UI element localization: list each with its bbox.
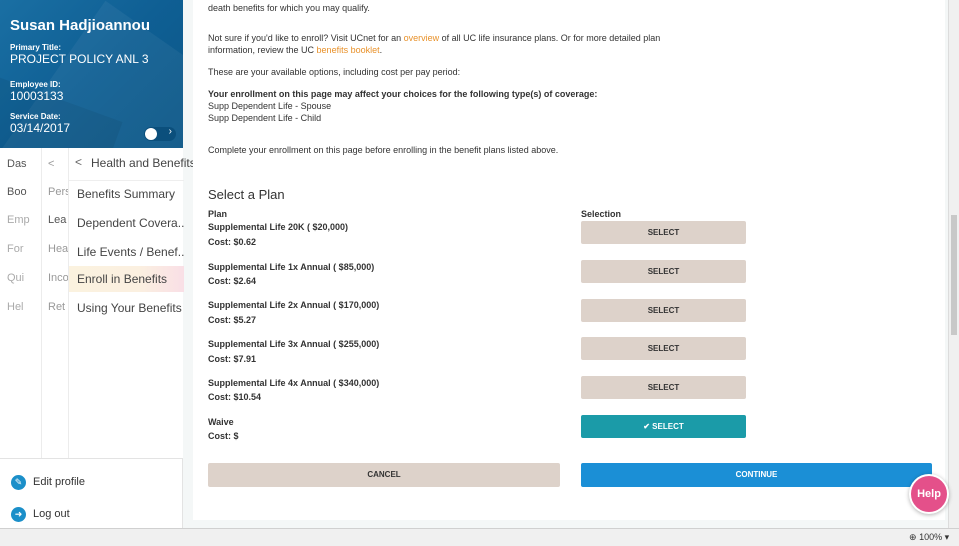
nav-item-dependent-coverage[interactable]: Dependent Covera... (69, 210, 184, 236)
select-plan-button[interactable]: SELECT (581, 221, 746, 244)
section-title: Select a Plan (208, 187, 285, 202)
plan-name: Waive (208, 417, 234, 427)
employee-id-label: Employee ID: (10, 80, 61, 89)
enroll-question-text-2: information, review the UC benefits book… (208, 45, 382, 55)
complete-notice: Complete your enrollment on this page be… (208, 145, 559, 155)
nav-item-quick-links[interactable]: Qui (7, 272, 37, 284)
nav-back-header[interactable]: < Health and Benefits (69, 154, 196, 176)
enroll-question-text: Not sure if you'd like to enroll? Visit … (208, 33, 660, 43)
logout-icon: ➜ (11, 507, 26, 522)
affected-coverage-item: Supp Dependent Life - Child (208, 113, 322, 123)
enroll-question-part: information, review the UC (208, 45, 317, 55)
primary-title-value: PROJECT POLICY ANL 3 (10, 52, 149, 66)
chevron-right-icon: › (168, 126, 172, 137)
nav-column-health-benefits: < Health and Benefits Benefits Summary D… (68, 148, 196, 458)
magnifier-icon: ⊕ (909, 532, 917, 542)
sidebar-footer: ✎ Edit profile ➜ Log out (0, 458, 183, 528)
main-content: death benefits for which you may qualify… (193, 0, 945, 520)
status-bar: ⊕ 100% ▾ (0, 528, 959, 546)
nav-item-personal[interactable]: Pers (48, 186, 68, 198)
nav-item-benefits-summary[interactable]: Benefits Summary (69, 181, 184, 207)
employee-id-value: 10003133 (10, 89, 64, 103)
nav-item-life-events[interactable]: Life Events / Benef... (69, 239, 184, 265)
service-date-value: 03/14/2017 (10, 121, 71, 135)
select-plan-button-selected[interactable]: ✔ SELECT (581, 415, 746, 438)
select-plan-button[interactable]: SELECT (581, 376, 746, 399)
nav-column-main: Das Boo Emp For Qui Hel (0, 148, 41, 458)
nav-item-bookmarks[interactable]: Boo (7, 186, 37, 198)
nav-item-retirement[interactable]: Ret (48, 301, 68, 313)
plan-name: Supplemental Life 20K ( $20,000) (208, 222, 349, 232)
nav-item-enroll-in-benefits[interactable]: Enroll in Benefits (69, 266, 184, 292)
plan-cost: Cost: $ (208, 431, 239, 441)
selection-column-header: Selection (581, 209, 622, 219)
zoom-level: 100% (919, 532, 943, 542)
plan-name: Supplemental Life 4x Annual ( $340,000) (208, 378, 380, 388)
help-button[interactable]: Help (909, 474, 949, 514)
nav-item-dashboard[interactable]: Das (7, 158, 37, 170)
chevron-left-icon: < (75, 155, 83, 169)
plan-cost: Cost: $2.64 (208, 276, 257, 286)
plan-cost: Cost: $10.54 (208, 392, 262, 402)
back-chevron-icon[interactable]: < (48, 158, 68, 170)
primary-title-label: Primary Title: (10, 43, 61, 52)
benefits-booklet-link[interactable]: benefits booklet (317, 45, 380, 55)
nav-item-employment[interactable]: Emp (7, 214, 37, 226)
cancel-button[interactable]: CANCEL (208, 463, 560, 487)
employee-name: Susan Hadjioannou (10, 17, 151, 34)
plan-name: Supplemental Life 2x Annual ( $170,000) (208, 300, 380, 310)
continue-button[interactable]: CONTINUE (581, 463, 932, 487)
scrollbar-thumb[interactable] (951, 215, 957, 335)
sidebar-toggle[interactable]: › (144, 126, 176, 141)
log-out-label: Log out (33, 508, 70, 520)
pencil-icon: ✎ (11, 475, 26, 490)
overview-link[interactable]: overview (404, 33, 440, 43)
plan-name: Supplemental Life 3x Annual ( $255,000) (208, 339, 380, 349)
app-window: Susan Hadjioannou Primary Title: PROJECT… (0, 0, 959, 546)
nav-section-title: Health and Benefits (91, 156, 196, 170)
nav-item-income[interactable]: Inco (48, 272, 68, 284)
nav-item-leave[interactable]: Lea (48, 214, 68, 226)
plan-cost: Cost: $0.62 (208, 237, 257, 247)
sidebar: Susan Hadjioannou Primary Title: PROJECT… (0, 0, 196, 528)
select-plan-button[interactable]: SELECT (581, 260, 746, 283)
service-date-label: Service Date: (10, 112, 61, 121)
nav-column-secondary: < Pers Lea Hea Inco Ret (41, 148, 68, 458)
plan-column-header: Plan (208, 209, 228, 219)
zoom-control[interactable]: ⊕ 100% ▾ (909, 532, 949, 543)
nav-item-forms[interactable]: For (7, 243, 37, 255)
nav-item-using-your-benefits[interactable]: Using Your Benefits (69, 295, 184, 321)
nav-item-health[interactable]: Hea (48, 243, 68, 255)
enroll-question-part: of all UC life insurance plans. Or for m… (439, 33, 661, 43)
select-plan-button[interactable]: SELECT (581, 337, 746, 360)
enroll-question-part: . (379, 45, 383, 55)
plan-cost: Cost: $5.27 (208, 315, 257, 325)
intro-text: death benefits for which you may qualify… (208, 3, 370, 13)
toggle-knob (145, 128, 157, 140)
chevron-down-icon: ▾ (944, 532, 950, 542)
plan-cost: Cost: $7.91 (208, 354, 257, 364)
edit-profile-label: Edit profile (33, 476, 85, 488)
nav-item-help[interactable]: Hel (7, 301, 37, 313)
profile-card: Susan Hadjioannou Primary Title: PROJECT… (0, 0, 183, 148)
plan-name: Supplemental Life 1x Annual ( $85,000) (208, 262, 375, 272)
navigation: Das Boo Emp For Qui Hel < Pers Lea Hea I… (0, 148, 196, 458)
enroll-question-part: Not sure if you'd like to enroll? Visit … (208, 33, 404, 43)
options-text: These are your available options, includ… (208, 67, 461, 77)
affect-heading: Your enrollment on this page may affect … (208, 89, 598, 99)
vertical-scrollbar[interactable] (948, 0, 959, 528)
affected-coverage-item: Supp Dependent Life - Spouse (208, 101, 332, 111)
select-plan-button[interactable]: SELECT (581, 299, 746, 322)
